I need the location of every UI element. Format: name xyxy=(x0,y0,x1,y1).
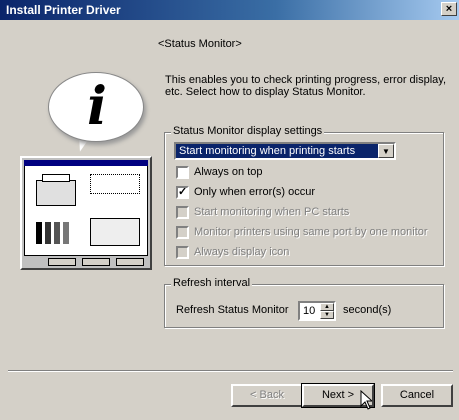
checkbox-box-disabled xyxy=(176,206,189,219)
paper-icon xyxy=(42,174,70,182)
refresh-interval-title: Refresh interval xyxy=(171,277,253,289)
checkbox-label: Always on top xyxy=(194,166,263,178)
refresh-label: Refresh Status Monitor xyxy=(176,304,289,316)
mini-button-icon xyxy=(82,258,110,266)
description-text: This enables you to check printing progr… xyxy=(165,74,447,98)
monitor-titlebar-icon xyxy=(24,160,148,166)
mouse-pointer-icon xyxy=(360,390,372,410)
mini-button-icon xyxy=(48,258,76,266)
display-mode-select[interactable]: Start monitoring when printing starts ▼ xyxy=(174,142,396,160)
spin-up-icon[interactable]: ▲ xyxy=(320,303,334,311)
chevron-down-icon[interactable]: ▼ xyxy=(378,144,394,158)
info-i-glyph: i xyxy=(87,76,107,137)
checkbox-label: Start monitoring when PC starts xyxy=(194,206,350,218)
window-title: Install Printer Driver xyxy=(6,3,121,17)
close-button[interactable]: × xyxy=(441,2,457,16)
checkbox-label: Only when error(s) occur xyxy=(194,186,316,198)
checkbox-label: Monitor printers using same port by one … xyxy=(194,226,428,238)
refresh-unit: second(s) xyxy=(343,304,392,316)
spin-down-icon[interactable]: ▼ xyxy=(320,311,334,319)
checkbox-box[interactable] xyxy=(176,166,189,179)
checkbox-box-checked[interactable]: ✓ xyxy=(176,186,189,199)
refresh-value[interactable]: 10 xyxy=(303,305,315,317)
title-bar: Install Printer Driver × xyxy=(0,0,459,20)
page-heading: <Status Monitor> xyxy=(158,38,242,50)
display-mode-value: Start monitoring when printing starts xyxy=(179,145,356,157)
status-lines-icon xyxy=(90,174,140,194)
mini-button-icon xyxy=(116,258,144,266)
checkbox-box-disabled xyxy=(176,226,189,239)
checkbox-box-disabled xyxy=(176,246,189,259)
status-monitor-illustration xyxy=(20,156,152,270)
list-box-icon xyxy=(90,218,140,246)
checkbox-label: Always display icon xyxy=(194,246,290,258)
cancel-button[interactable]: Cancel xyxy=(381,384,453,407)
footer-separator xyxy=(8,370,453,372)
refresh-seconds-spinner[interactable]: 10 ▲ ▼ xyxy=(298,301,336,321)
ink-cartridges-icon xyxy=(36,222,70,246)
display-settings-title: Status Monitor display settings xyxy=(171,125,325,137)
printer-icon xyxy=(36,180,76,206)
back-button[interactable]: < Back xyxy=(231,384,303,407)
